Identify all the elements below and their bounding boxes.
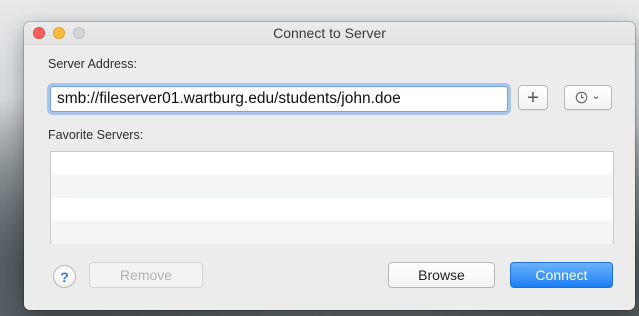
list-item[interactable] (51, 152, 613, 175)
question-mark-icon: ? (60, 268, 69, 285)
remove-button: Remove (89, 262, 203, 288)
chevron-down-icon: ⌄ (591, 90, 601, 102)
favorite-servers-list[interactable] (50, 151, 614, 244)
add-favorite-button[interactable]: + (518, 85, 548, 110)
server-address-input[interactable] (50, 86, 508, 112)
help-button[interactable]: ? (53, 265, 76, 288)
recent-servers-button[interactable]: ⌄ (564, 85, 612, 110)
server-address-label: Server Address: (48, 57, 137, 71)
list-item[interactable] (51, 175, 613, 198)
list-item[interactable] (51, 198, 613, 221)
list-item[interactable] (51, 221, 613, 244)
connect-button[interactable]: Connect (510, 262, 613, 288)
clock-icon (576, 91, 588, 104)
browse-button[interactable]: Browse (388, 262, 495, 288)
favorite-servers-label: Favorite Servers: (48, 128, 144, 142)
title-bar: Connect to Server (24, 22, 635, 45)
window-title: Connect to Server (273, 25, 386, 41)
connect-to-server-dialog: Connect to Server Server Address: + ⌄ Fa… (24, 22, 635, 310)
plus-icon: + (527, 86, 539, 109)
